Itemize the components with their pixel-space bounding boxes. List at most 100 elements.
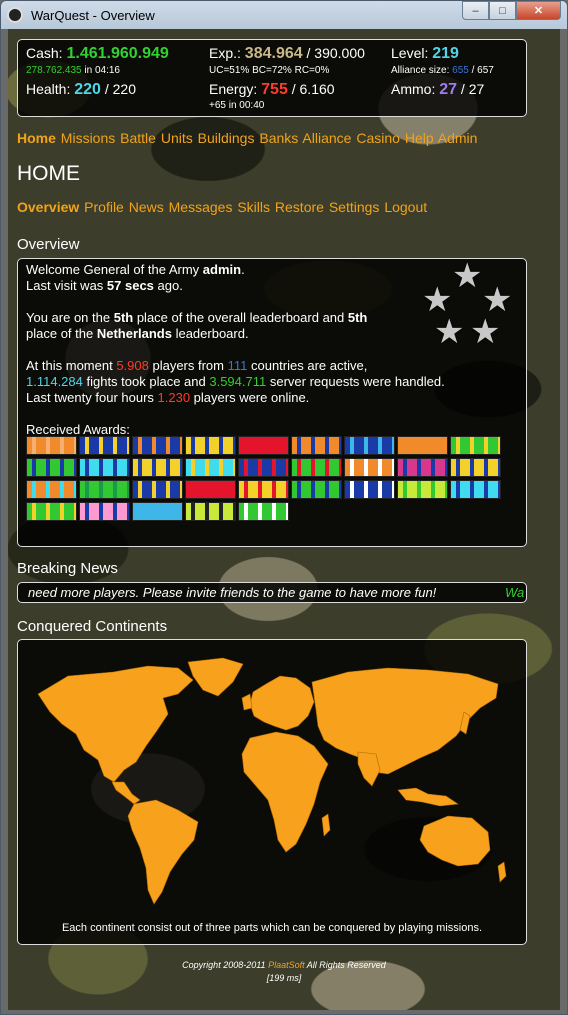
nav-admin[interactable]: Admin [438,130,478,146]
fights-text: fights took place and [82,374,210,389]
close-button[interactable]: ✕ [516,1,561,20]
award-ribbon[interactable] [132,480,183,499]
nav-alliance[interactable]: Alliance [302,130,351,146]
app-icon [7,7,23,23]
map-caption: Each continent consist out of three part… [61,922,483,934]
award-ribbon[interactable] [291,458,342,477]
active-text-c: countries are active, [247,358,368,373]
award-ribbon[interactable] [132,458,183,477]
star-icon: ★ [422,281,453,319]
five-star-general-insignia: ★ ★ ★ ★ ★ [422,259,518,362]
rank-text-c: place of the [26,326,97,341]
health-value: 220 [74,81,101,98]
nav-home[interactable]: Home [17,130,56,146]
star-icon: ★ [482,281,513,319]
ammo-label: Ammo: [391,81,436,97]
subnav-settings[interactable]: Settings [329,199,380,215]
award-ribbon[interactable] [450,436,501,455]
award-ribbon[interactable] [450,458,501,477]
level-value: 219 [432,45,459,62]
requests-count: 3.594.711 [209,374,267,389]
subnav-skills[interactable]: Skills [237,199,270,215]
award-ribbon[interactable] [26,436,77,455]
exp-value: 384.964 [244,45,303,62]
award-ribbon[interactable] [132,436,183,455]
award-ribbon[interactable] [238,480,289,499]
nav-battle[interactable]: Battle [120,130,156,146]
award-ribbon[interactable] [238,502,289,521]
subnav-news[interactable]: News [129,199,164,215]
energy-stat: Energy: 755 / 6.160 [209,81,335,99]
subnav-messages[interactable]: Messages [169,199,233,215]
company-link[interactable]: PlaatSoft [268,960,305,970]
star-icon: ★ [470,313,501,351]
fights-line: 1.114.284 fights took place and 3.594.71… [26,374,445,390]
title-bar[interactable]: WarQuest - Overview – □ ✕ [1,1,567,29]
subnav-restore[interactable]: Restore [275,199,324,215]
subnav-logout[interactable]: Logout [384,199,427,215]
award-ribbon[interactable] [291,436,342,455]
energy-value: 755 [261,81,288,98]
page-content: Cash: 1.461.960.949 278.762.435 in 04:16… [8,29,560,1010]
last-visit-prefix: Last visit was [26,278,107,293]
award-ribbon[interactable] [344,436,395,455]
award-ribbon[interactable] [185,480,236,499]
nav-banks[interactable]: Banks [259,130,298,146]
continent-south-america [127,799,199,905]
award-ribbon[interactable] [238,458,289,477]
nav-help[interactable]: Help [405,130,434,146]
continents-panel: Each continent consist out of three part… [17,639,527,945]
award-ribbon[interactable] [450,480,501,499]
award-ribbon[interactable] [79,436,130,455]
rank-text-b: place of the overall leaderboard and [133,310,348,325]
continent-central-america [111,781,141,805]
award-ribbon[interactable] [26,480,77,499]
award-ribbon[interactable] [344,458,395,477]
rank-country: 5th [347,310,368,325]
nav-units[interactable]: Units [161,130,193,146]
award-ribbon[interactable] [132,502,183,521]
award-ribbon[interactable] [238,436,289,455]
rank-line-1: You are on the 5th place of the overall … [26,310,367,326]
fights-count: 1.114.284 [26,374,83,389]
award-ribbon[interactable] [26,458,77,477]
award-ribbon[interactable] [26,502,77,521]
award-ribbon[interactable] [344,480,395,499]
award-ribbon[interactable] [185,436,236,455]
level-label: Level: [391,45,429,61]
energy-timer: +65 in 00:40 [209,100,265,111]
award-ribbon[interactable] [397,480,448,499]
app-window: WarQuest - Overview – □ ✕ Cash: 1.461.96… [0,0,568,1015]
window-title: WarQuest - Overview [31,7,155,23]
minimize-button[interactable]: – [462,1,489,20]
cash-timer: in 04:16 [84,65,120,76]
subnav-overview[interactable]: Overview [17,199,79,215]
award-ribbon[interactable] [79,458,130,477]
award-ribbon[interactable] [79,480,130,499]
nav-buildings[interactable]: Buildings [198,130,255,146]
award-ribbon[interactable] [291,480,342,499]
nav-missions[interactable]: Missions [61,130,115,146]
country-name: Netherlands [96,326,172,341]
subnav-profile[interactable]: Profile [84,199,124,215]
maximize-button[interactable]: □ [489,1,516,20]
award-ribbon[interactable] [185,458,236,477]
award-ribbon[interactable] [185,502,236,521]
continent-africa [241,731,329,853]
health-max: / 220 [104,81,136,97]
main-nav: Home Missions Battle Units Buildings Ban… [17,130,478,146]
continent-asia [311,667,499,775]
award-ribbon[interactable] [397,458,448,477]
continent-north-america [37,665,194,783]
sub-nav: Overview Profile News Messages Skills Re… [17,199,428,215]
welcome-line: Welcome General of the Army admin. [26,262,245,278]
overview-panel: Welcome General of the Army admin. Last … [17,258,527,547]
continent-indonesia [397,787,459,807]
countries-count: 111 [227,358,248,373]
nav-casino[interactable]: Casino [356,130,400,146]
award-ribbon[interactable] [79,502,130,521]
continent-greenland [187,657,244,697]
award-ribbon[interactable] [397,436,448,455]
rank-text-d: leaderboard. [171,326,249,341]
cash-stat: Cash: 1.461.960.949 [26,45,169,63]
